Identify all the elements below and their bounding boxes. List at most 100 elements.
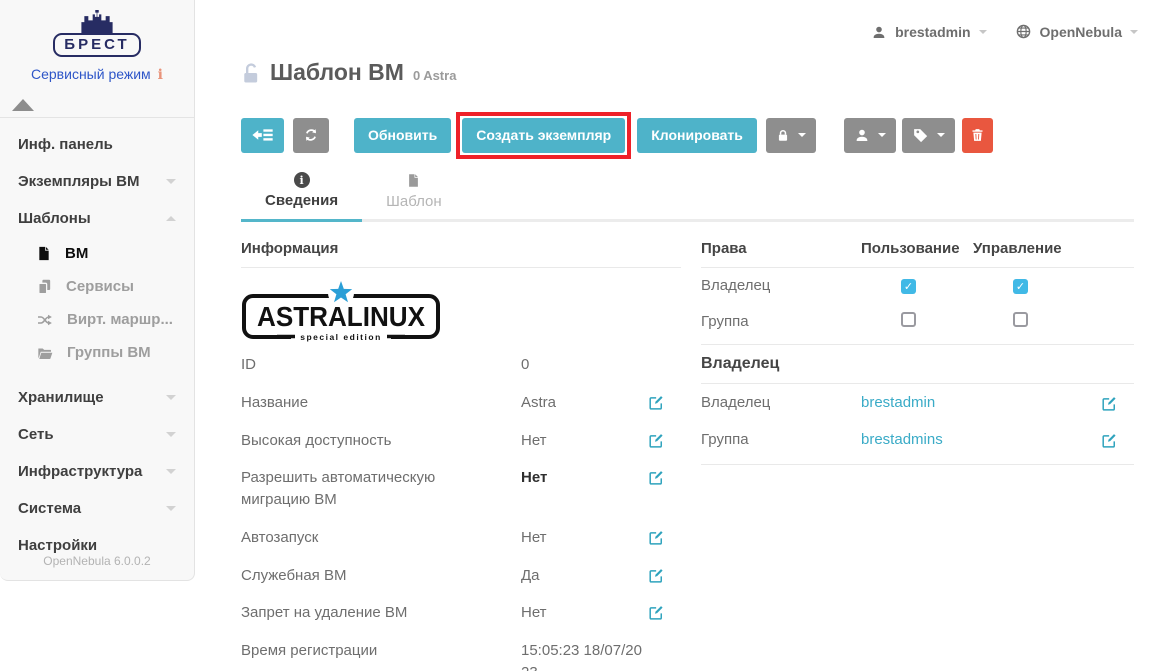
- info-icon[interactable]: [158, 67, 163, 83]
- labels-dropdown-button[interactable]: [902, 118, 955, 153]
- sidebar-item-templates-vms[interactable]: ВМ: [0, 237, 194, 270]
- edit-service-vm-button[interactable]: [648, 567, 665, 584]
- permissions-panel: Права Пользование Управление Владелец Гр…: [701, 240, 1134, 465]
- sidebar-item-infrastructure[interactable]: Инфраструктура: [0, 453, 194, 490]
- edit-auto-migration-button[interactable]: [648, 469, 665, 486]
- chevron-down-icon: [979, 30, 987, 38]
- sidebar-item-system[interactable]: Система: [0, 490, 194, 527]
- tab-label: Шаблон: [386, 193, 442, 210]
- info-row-service-vm: Служебная ВМ Да: [241, 557, 681, 595]
- sidebar-item-label: Настройки: [18, 537, 97, 554]
- permissions-row-owner: Владелец: [701, 268, 1134, 303]
- sidebar-item-network[interactable]: Сеть: [0, 416, 194, 453]
- sidebar-item-label: Экземпляры ВМ: [18, 173, 140, 190]
- cell: [861, 277, 973, 294]
- sidebar-item-instances[interactable]: Экземпляры ВМ: [0, 163, 194, 200]
- edit-owner-button[interactable]: [1101, 395, 1118, 412]
- info-circle-icon: [294, 172, 310, 188]
- sidebar: БРЕСТ Сервисный режим Инф. панель Экземп…: [0, 0, 195, 581]
- row-label: Владелец: [701, 277, 861, 294]
- row-value: Astra: [521, 392, 645, 414]
- file-icon: [406, 172, 421, 189]
- row-label: Запрет на удаление ВМ: [241, 602, 521, 624]
- astralinux-logo-subtitle: special edition: [300, 332, 382, 342]
- row-label: Название: [241, 392, 521, 414]
- group-manage-checkbox[interactable]: [1013, 312, 1028, 327]
- collapse-arrow-icon[interactable]: [12, 99, 34, 111]
- info-row-name: Название Astra: [241, 384, 681, 422]
- edit-icon: [648, 567, 665, 584]
- folder-open-icon: [36, 345, 54, 361]
- chevron-down-icon: [1130, 30, 1138, 38]
- chevron-down-icon: [166, 432, 176, 442]
- chevron-down-icon: [166, 179, 176, 189]
- back-to-list-button[interactable]: [241, 118, 284, 153]
- group-use-checkbox[interactable]: [901, 312, 916, 327]
- row-label: Владелец: [701, 394, 861, 411]
- info-row-id: ID 0: [241, 346, 681, 384]
- sidebar-item-templates-vmgroups[interactable]: Группы ВМ: [0, 336, 194, 369]
- row-label: ID: [241, 354, 521, 376]
- zone-menu[interactable]: OpenNebula: [1015, 23, 1138, 40]
- row-value: Нет: [521, 467, 645, 489]
- file-icon: [36, 245, 52, 262]
- clone-button[interactable]: Клонировать: [637, 118, 757, 153]
- row-value: Нет: [521, 527, 645, 549]
- ownership-dropdown-button[interactable]: [844, 118, 896, 153]
- col-manage-header: Управление: [973, 240, 1085, 257]
- cell: [973, 312, 1085, 331]
- group-link[interactable]: brestadmins: [861, 431, 943, 448]
- sidebar-item-templates-services[interactable]: Сервисы: [0, 270, 194, 303]
- edit-icon: [648, 604, 665, 621]
- sidebar-item-templates-vrouters[interactable]: Вирт. маршр...: [0, 303, 194, 336]
- brest-logo-text: БРЕСТ: [53, 33, 140, 57]
- edit-name-button[interactable]: [648, 394, 665, 411]
- user-menu[interactable]: brestadmin: [871, 24, 986, 40]
- owner-use-checkbox[interactable]: [901, 279, 916, 294]
- edit-group-button[interactable]: [1101, 432, 1118, 449]
- tab-bar: Сведения Шаблон: [241, 168, 1134, 222]
- tab-label: Сведения: [265, 192, 338, 209]
- update-button[interactable]: Обновить: [354, 118, 451, 153]
- refresh-button[interactable]: [293, 118, 329, 153]
- row-label: Служебная ВМ: [241, 565, 521, 587]
- service-mode: Сервисный режим: [0, 66, 194, 83]
- chevron-down-icon: [166, 506, 176, 516]
- instantiate-button[interactable]: Создать экземпляр: [462, 118, 625, 153]
- edit-icon: [1101, 395, 1118, 412]
- chevron-down-icon: [166, 469, 176, 479]
- trash-icon: [970, 127, 985, 143]
- page-title: Шаблон ВМ 0Astra: [241, 59, 456, 86]
- instantiate-highlight-box: Создать экземпляр: [456, 112, 631, 159]
- edit-delete-protection-button[interactable]: [648, 604, 665, 621]
- permissions-header: Права Пользование Управление: [701, 240, 1134, 268]
- version-label: OpenNebula 6.0.0.2: [0, 554, 194, 568]
- chevron-down-icon: [937, 133, 945, 141]
- toolbar: Обновить Создать экземпляр Клонировать: [241, 110, 993, 160]
- sidebar-item-label: Хранилище: [18, 389, 104, 406]
- tab-info[interactable]: Сведения: [241, 168, 362, 222]
- page-title-text: Шаблон ВМ: [270, 59, 404, 86]
- owner-link[interactable]: brestadmin: [861, 394, 935, 411]
- copy-icon: [36, 278, 53, 295]
- edit-autostart-button[interactable]: [648, 529, 665, 546]
- edit-ha-button[interactable]: [648, 432, 665, 449]
- information-heading: Информация: [241, 240, 681, 268]
- lock-icon: [776, 128, 790, 143]
- delete-button[interactable]: [962, 118, 993, 153]
- edit-icon: [1101, 432, 1118, 449]
- sidebar-item-dashboard[interactable]: Инф. панель: [0, 126, 194, 163]
- owner-manage-checkbox[interactable]: [1013, 279, 1028, 294]
- lock-dropdown-button[interactable]: [766, 118, 816, 153]
- info-row-reg-time: Время регистрации 15:05:23 18/07/2023: [241, 632, 681, 671]
- sidebar-item-templates[interactable]: Шаблоны: [0, 200, 194, 237]
- tab-template[interactable]: Шаблон: [362, 168, 466, 222]
- sidebar-collapse-row: [0, 83, 194, 118]
- row-label: Группа: [701, 431, 861, 448]
- row-label: Время регистрации: [241, 640, 521, 662]
- sidebar-item-label: Система: [18, 500, 81, 517]
- row-label: Высокая доступность: [241, 430, 521, 452]
- unlock-icon: [241, 61, 261, 85]
- resource-id: 0: [413, 68, 420, 83]
- sidebar-item-storage[interactable]: Хранилище: [0, 379, 194, 416]
